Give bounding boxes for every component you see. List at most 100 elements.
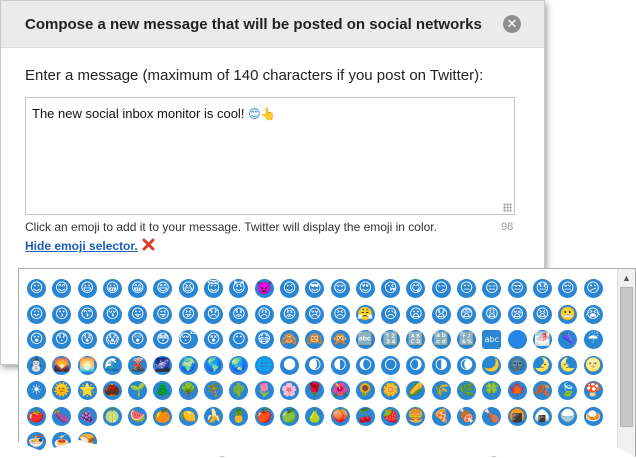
emoji-button[interactable]: 🌼	[381, 381, 401, 400]
emoji-button[interactable]: 😤	[355, 304, 375, 324]
emoji-button[interactable]: 🌻	[355, 381, 375, 400]
emoji-button[interactable]: 😕	[583, 279, 603, 298]
emoji-button[interactable]: 🙉	[305, 330, 325, 349]
emoji-button[interactable]: 🔤	[355, 330, 375, 349]
emoji-button[interactable]: 🍎	[254, 406, 274, 426]
emoji-button[interactable]: 😎	[305, 279, 325, 298]
emoji-button[interactable]: 😲	[128, 330, 148, 349]
emoji-button[interactable]: 😞	[204, 304, 224, 324]
emoji-button[interactable]: 🌑	[279, 355, 299, 375]
emoji-button[interactable]: abc	[482, 330, 502, 349]
emoji-button[interactable]: 🙈	[279, 330, 299, 349]
emoji-button[interactable]: 😀	[102, 279, 122, 298]
emoji-button[interactable]: 🍈	[102, 406, 122, 426]
emoji-button[interactable]: 🌋	[128, 355, 148, 375]
emoji-button[interactable]: 🍐	[305, 406, 325, 426]
emoji-button[interactable]: 🙊	[330, 330, 350, 349]
emoji-button[interactable]: 🍍	[229, 406, 249, 426]
emoji-button[interactable]: 🔡	[431, 330, 451, 349]
emoji-button[interactable]: 😨	[457, 304, 477, 324]
emoji-button[interactable]: 😃	[77, 279, 97, 298]
emoji-button[interactable]: 😋	[406, 279, 426, 298]
emoji-button[interactable]: 🍑	[330, 406, 350, 426]
emoji-button[interactable]: 🍘	[507, 406, 527, 426]
emoji-button[interactable]: 🍏	[279, 406, 299, 426]
close-icon[interactable]: ✕	[503, 15, 521, 33]
emoji-button[interactable]: 🌽	[406, 381, 426, 400]
emoji-button[interactable]: 🌗	[431, 355, 451, 375]
emoji-button[interactable]: 🌚	[507, 355, 527, 375]
emoji-button[interactable]: 🔠	[406, 330, 426, 349]
scrollbar[interactable]: ▲	[617, 269, 635, 456]
hide-emoji-selector-link[interactable]: Hide emoji selector.	[25, 239, 138, 253]
emoji-button[interactable]: 🍌	[204, 406, 224, 426]
emoji-button[interactable]: 😬	[558, 304, 578, 324]
emoji-button[interactable]: 🍗	[482, 406, 502, 426]
emoji-button[interactable]: 😁	[128, 279, 148, 298]
emoji-button[interactable]: 🌏	[229, 355, 249, 375]
emoji-button[interactable]: 😛	[128, 304, 148, 324]
emoji-button[interactable]: 😐	[457, 279, 477, 298]
emoji-button[interactable]: 😓	[532, 279, 552, 298]
emoji-button[interactable]: 😇	[204, 279, 224, 298]
emoji-button[interactable]: 😷	[254, 330, 274, 349]
emoji-button[interactable]: 😚	[102, 304, 122, 324]
emoji-button[interactable]: 😱	[102, 330, 122, 349]
emoji-button[interactable]: 🍞	[77, 432, 97, 451]
emoji-button[interactable]: 🍙	[532, 406, 552, 426]
emoji-button[interactable]: 🌌	[153, 355, 173, 375]
emoji-button[interactable]: 🌝	[583, 355, 603, 375]
emoji-button[interactable]: 🔣	[457, 330, 477, 349]
emoji-button[interactable]: 🌕	[381, 355, 401, 375]
emoji-button[interactable]: 🍂	[532, 381, 552, 400]
emoji-button[interactable]: 😮	[27, 330, 46, 349]
emoji-button[interactable]: 😴	[178, 330, 198, 349]
emoji-button[interactable]: 🌴	[204, 381, 224, 400]
emoji-button[interactable]: 😩	[482, 304, 502, 324]
emoji-button[interactable]: 🌿	[457, 381, 477, 400]
emoji-button[interactable]: 🍄	[583, 381, 603, 400]
message-textarea[interactable]: The new social inbox monitor is cool! 😊👆	[25, 97, 515, 215]
emoji-button[interactable]: 😯	[52, 330, 72, 349]
emoji-button[interactable]: ☀	[27, 381, 46, 400]
emoji-button[interactable]: 🍃	[558, 381, 578, 400]
emoji-button[interactable]: 😍	[355, 279, 375, 298]
emoji-button[interactable]: 🍚	[558, 406, 578, 426]
emoji-button[interactable]: 😝	[178, 304, 198, 324]
emoji-button[interactable]: 😉	[279, 279, 299, 298]
emoji-button[interactable]: 😏	[431, 279, 451, 298]
emoji-button[interactable]: 🌜	[558, 355, 578, 375]
emoji-button[interactable]: 🍊	[153, 406, 173, 426]
emoji-button[interactable]: 🍛	[583, 406, 603, 426]
emoji-button[interactable]: 🌐	[254, 355, 274, 375]
emoji-button[interactable]: 🍖	[457, 406, 477, 426]
emoji-button[interactable]: 😜	[153, 304, 173, 324]
emoji-button[interactable]: 🍋	[178, 406, 198, 426]
emoji-button[interactable]: 🍝	[52, 432, 72, 451]
emoji-button[interactable]: 🌁	[532, 330, 552, 349]
emoji-button[interactable]: 😭	[583, 304, 603, 324]
emoji-button[interactable]: 😗	[52, 304, 72, 324]
emoji-button[interactable]: 😙	[77, 304, 97, 324]
scrollbar-thumb[interactable]	[620, 287, 633, 427]
emoji-button[interactable]: 🌍	[178, 355, 198, 375]
emoji-button[interactable]: 🌛	[532, 355, 552, 375]
emoji-button[interactable]: 🌒	[305, 355, 325, 375]
emoji-button[interactable]: 😟	[229, 304, 249, 324]
emoji-button[interactable]: 🌂	[558, 330, 578, 349]
emoji-button[interactable]: 😧	[431, 304, 451, 324]
emoji-button[interactable]: 😢	[305, 304, 325, 324]
emoji-button[interactable]: 🍔	[406, 406, 426, 426]
emoji-button[interactable]: 😪	[507, 304, 527, 324]
emoji-button[interactable]: 🌷	[254, 381, 274, 400]
emoji-button[interactable]: 🌀	[507, 330, 527, 349]
emoji-button[interactable]: ☺	[27, 279, 46, 298]
emoji-button[interactable]: 🌸	[279, 381, 299, 400]
emoji-button[interactable]: 🌾	[431, 381, 451, 400]
emoji-button[interactable]: 🌎	[204, 355, 224, 375]
scroll-up-icon[interactable]: ▲	[622, 273, 631, 283]
emoji-button[interactable]: 🍀	[482, 381, 502, 400]
emoji-button[interactable]: 👿	[254, 279, 274, 298]
emoji-button[interactable]: 🍒	[355, 406, 375, 426]
emoji-button[interactable]: 😘	[381, 279, 401, 298]
